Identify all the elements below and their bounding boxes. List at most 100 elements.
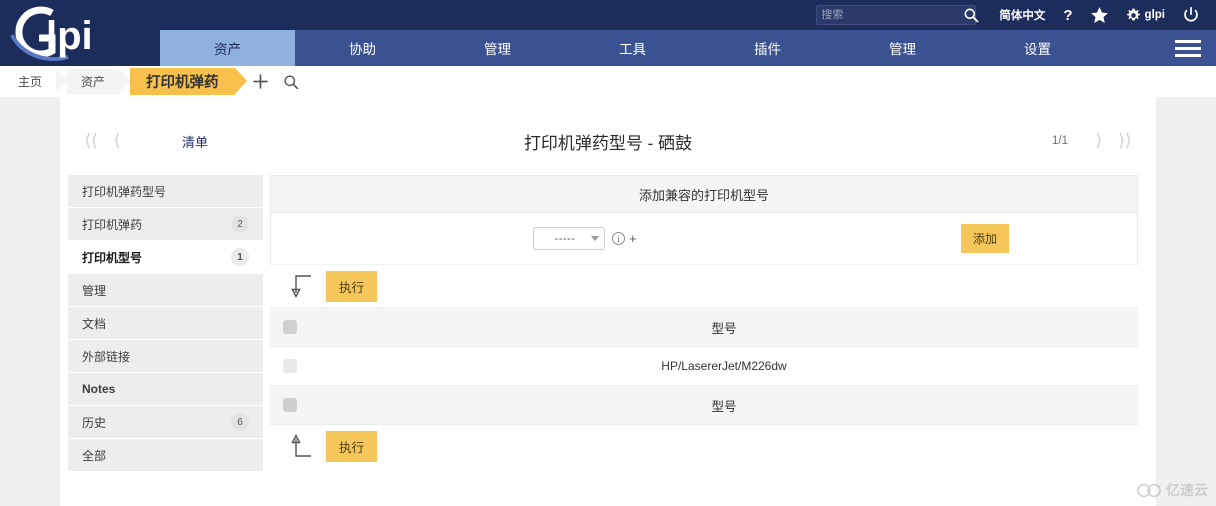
breadcrumb: 主页 资产 打印机弹药	[0, 66, 1216, 97]
chevron-down-icon	[591, 236, 599, 241]
hamburger-icon[interactable]	[1160, 30, 1216, 66]
printer-model-select-value: -----	[554, 232, 576, 245]
nav-item-administration[interactable]: 管理	[835, 30, 970, 66]
sidebar-item-all[interactable]: 全部	[68, 439, 263, 471]
hamburger-bar	[1175, 53, 1201, 57]
column-footer-model[interactable]: 型号	[310, 386, 1138, 425]
top-bar: lpi 简体中文 ? glpi	[0, 0, 1216, 66]
sidebar-item-label: 打印机弹药	[82, 217, 143, 232]
sidebar-item-management[interactable]: 管理	[68, 274, 263, 306]
settings-label: glpi	[1144, 9, 1165, 21]
main-navigation: 资产 协助 管理 工具 插件 管理 设置	[0, 30, 1216, 66]
page-title: 打印机弹药型号 - 硒鼓	[523, 133, 693, 153]
language-selector[interactable]: 简体中文	[990, 0, 1054, 30]
table-row[interactable]: HP/LasererJet/M226dw	[270, 346, 1138, 386]
row-checkbox[interactable]	[283, 358, 297, 373]
record-sidebar: 打印机弹药型号 打印机弹药 2 打印机型号 1 管理 文档 外部链接 Notes…	[68, 175, 263, 472]
hamburger-bar	[1175, 39, 1201, 43]
content-card: ⟨⟨ ⟨ 清单 打印机弹药型号 - 硒鼓 1/1 ⟩ ⟩⟩ 打印机弹药型号 打印…	[60, 97, 1156, 506]
breadcrumb-item-assets[interactable]: 资产	[67, 69, 132, 94]
power-icon	[1184, 7, 1198, 22]
arrow-up-left-icon	[291, 434, 311, 457]
pager-count: 1/1	[1052, 135, 1068, 147]
table-footer-row: 型号	[270, 385, 1138, 425]
sidebar-item-label: 历史	[82, 415, 107, 430]
next-page-icon[interactable]: ⟩	[1086, 131, 1112, 151]
sidebar-item-printer-models[interactable]: 打印机型号 1	[68, 241, 263, 273]
sidebar-item-label: 全部	[82, 448, 107, 463]
printer-model-select[interactable]: -----	[533, 227, 605, 250]
info-icon[interactable]: i	[612, 232, 625, 245]
list-link[interactable]: 清单	[182, 132, 208, 151]
sidebar-item-badge: 2	[231, 215, 249, 233]
favorites-button[interactable]	[1082, 0, 1117, 30]
top-bar-actions: 简体中文 ? glpi	[816, 0, 1216, 30]
sidebar-item-cartridge-model[interactable]: 打印机弹药型号	[68, 175, 263, 207]
nav-item-assistance[interactable]: 协助	[295, 30, 430, 66]
last-page-icon[interactable]: ⟩⟩	[1112, 131, 1138, 151]
sidebar-item-external-links[interactable]: 外部链接	[68, 340, 263, 372]
global-search[interactable]	[816, 5, 979, 25]
hamburger-bar	[1175, 46, 1201, 50]
search-input[interactable]	[821, 9, 964, 21]
select-all-cell	[270, 308, 310, 347]
add-compatible-model-row: ----- i + 添加	[270, 213, 1138, 265]
sidebar-item-badge: 6	[231, 413, 249, 431]
sidebar-item-notes[interactable]: Notes	[68, 373, 263, 405]
arrow-down-left-icon	[291, 275, 311, 298]
cell-model: HP/LasererJet/M226dw	[661, 359, 787, 373]
add-button[interactable]: 添加	[960, 224, 1009, 253]
pager-arrows: ⟩ ⟩⟩	[1086, 131, 1138, 151]
help-button[interactable]: ?	[1054, 0, 1081, 30]
sidebar-item-label: 打印机型号	[82, 250, 143, 265]
nav-item-setup[interactable]: 设置	[970, 30, 1105, 66]
sidebar-item-badge: 1	[231, 248, 249, 266]
sidebar-item-label: 打印机弹药型号	[82, 184, 167, 199]
sidebar-item-label: 外部链接	[82, 349, 131, 364]
nav-item-management[interactable]: 管理	[430, 30, 565, 66]
record-title-bar: ⟨⟨ ⟨ 清单 打印机弹药型号 - 硒鼓 1/1 ⟩ ⟩⟩	[60, 119, 1156, 163]
add-item-button[interactable]	[246, 66, 276, 97]
mass-action-bottom: 执行	[270, 425, 1138, 467]
breadcrumb-item-home[interactable]: 主页	[4, 69, 69, 94]
main-panel: 添加兼容的打印机型号 ----- i + 添加 执行 型号 HP/Laserer…	[270, 175, 1138, 472]
execute-button-top[interactable]: 执行	[326, 270, 378, 302]
gear-icon	[1126, 8, 1140, 20]
plus-icon[interactable]: +	[629, 231, 637, 246]
svg-text:lpi: lpi	[46, 14, 93, 58]
search-items-button[interactable]	[276, 66, 306, 97]
execute-button-bottom[interactable]: 执行	[326, 430, 378, 462]
select-all-checkbox-footer[interactable]	[283, 397, 297, 412]
column-header-model[interactable]: 型号	[310, 308, 1138, 347]
sidebar-item-label: 管理	[82, 283, 107, 298]
select-all-checkbox[interactable]	[283, 319, 297, 334]
logout-button[interactable]	[1174, 0, 1208, 30]
row-select-cell	[270, 347, 310, 386]
sidebar-item-documents[interactable]: 文档	[68, 307, 263, 339]
compatible-models-table: 型号 HP/LasererJet/M226dw 型号	[270, 307, 1138, 425]
mass-action-top: 执行	[270, 265, 1138, 307]
glpi-logo[interactable]: lpi	[0, 0, 160, 66]
first-page-icon[interactable]: ⟨⟨	[78, 131, 104, 151]
sidebar-item-label: 文档	[82, 316, 107, 331]
record-body: 打印机弹药型号 打印机弹药 2 打印机型号 1 管理 文档 外部链接 Notes…	[60, 175, 1156, 472]
select-all-footer-cell	[270, 386, 310, 425]
nav-item-plugins[interactable]: 插件	[700, 30, 835, 66]
page-body: ⟨⟨ ⟨ 清单 打印机弹药型号 - 硒鼓 1/1 ⟩ ⟩⟩ 打印机弹药型号 打印…	[0, 97, 1216, 506]
table-header-row: 型号	[270, 307, 1138, 347]
star-icon	[1090, 7, 1108, 23]
search-icon	[283, 74, 298, 89]
panel-header: 添加兼容的打印机型号	[270, 175, 1138, 213]
nav-item-tools[interactable]: 工具	[565, 30, 700, 66]
nav-item-assets[interactable]: 资产	[160, 30, 295, 66]
watermark-text: 亿速云	[1166, 482, 1208, 498]
sidebar-item-cartridges[interactable]: 打印机弹药 2	[68, 208, 263, 240]
prev-page-icon[interactable]: ⟨	[104, 131, 130, 151]
breadcrumb-item-current[interactable]: 打印机弹药	[130, 68, 246, 95]
sidebar-item-label: Notes	[82, 382, 116, 396]
plus-icon	[253, 74, 268, 89]
glpi-logo-icon: lpi	[10, 6, 93, 61]
settings-button[interactable]: glpi	[1117, 8, 1174, 23]
sidebar-item-history[interactable]: 历史 6	[68, 406, 263, 438]
search-icon[interactable]	[963, 7, 979, 23]
